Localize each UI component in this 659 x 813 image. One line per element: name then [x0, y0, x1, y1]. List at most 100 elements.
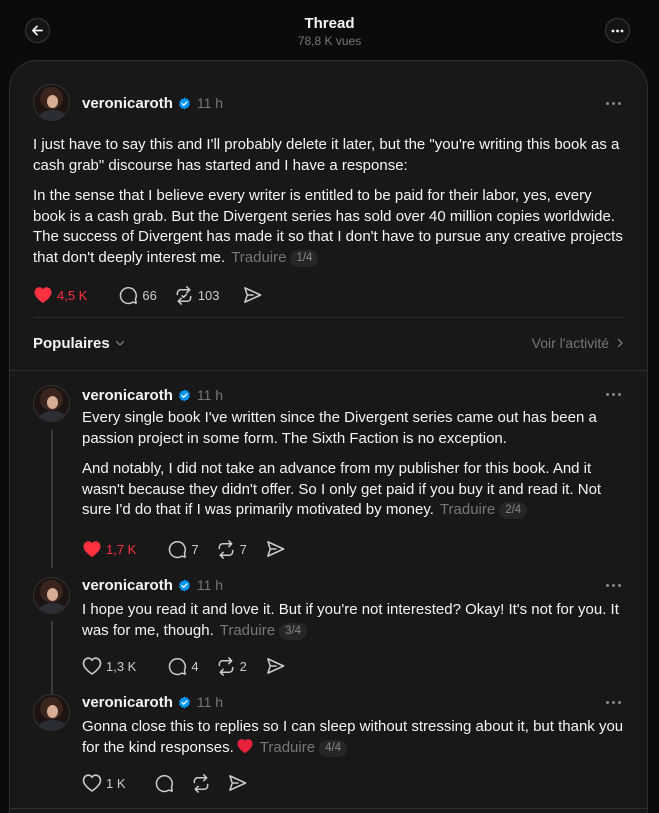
share-button[interactable]: [243, 286, 262, 304]
repost-icon: [193, 773, 208, 793]
translate-link[interactable]: Traduire: [220, 622, 275, 639]
post-text: I just have to say this and I'll probabl…: [33, 135, 628, 268]
translate-link[interactable]: Traduire: [231, 249, 286, 266]
like-button[interactable]: 1,7 K: [82, 540, 136, 558]
share-icon: [266, 658, 285, 674]
share-icon: [266, 541, 285, 557]
verified-icon: [178, 389, 190, 401]
header-more-button[interactable]: [605, 18, 630, 43]
comment-icon: [169, 540, 187, 558]
share-button[interactable]: [266, 540, 285, 558]
comment-button[interactable]: 66: [119, 286, 157, 305]
repost-button[interactable]: 7: [216, 539, 247, 559]
reply-actions: 1 K: [82, 772, 264, 794]
reply-paragraph: And notably, I did not take an advance f…: [82, 460, 602, 519]
reply-actions: 1,7 K 7 7: [82, 538, 302, 560]
avatar[interactable]: [33, 84, 70, 121]
translate-link[interactable]: Traduire: [440, 501, 495, 518]
reply-text: Gonna close this to replies so I can sle…: [82, 717, 628, 758]
avatar[interactable]: [33, 385, 70, 422]
heart-icon: [34, 287, 52, 303]
post-header: veronicaroth 11 h: [82, 93, 223, 113]
sort-dropdown[interactable]: Populaires: [33, 335, 126, 352]
post-more-button[interactable]: [606, 102, 621, 105]
sort-bar: Populaires Voir l'activité: [33, 332, 626, 354]
divider: [33, 317, 626, 318]
repost-icon: [218, 656, 234, 676]
reply-header: veronicaroth 11 h: [82, 575, 223, 595]
comment-button[interactable]: [155, 774, 174, 793]
like-button[interactable]: 1,3 K: [82, 657, 136, 675]
username[interactable]: veronicaroth: [82, 387, 173, 404]
avatar[interactable]: [33, 577, 70, 614]
share-icon: [228, 775, 246, 791]
reply-more-button[interactable]: [606, 584, 621, 587]
reply-text: Every single book I've written since the…: [82, 408, 628, 521]
share-button[interactable]: [228, 774, 247, 792]
like-count: 1,3 K: [106, 658, 137, 674]
heart-icon: [82, 774, 102, 792]
heart-icon: [82, 657, 102, 675]
chevron-right-icon: [617, 338, 623, 348]
comment-button[interactable]: 7: [168, 540, 199, 559]
reply-count: 66: [142, 287, 157, 303]
verified-icon: [178, 579, 190, 591]
post-paragraph: I just have to say this and I'll probabl…: [33, 136, 620, 174]
like-count: 1 K: [106, 775, 126, 791]
repost-button[interactable]: 103: [174, 285, 220, 305]
reply-more-button[interactable]: [606, 393, 621, 396]
timestamp: 11 h: [196, 387, 224, 403]
like-button[interactable]: 4,5 K: [33, 286, 87, 304]
activity-label: Voir l'activité: [531, 335, 609, 351]
thread-panel: veronicaroth 11 h I just have to say thi…: [9, 60, 648, 813]
username[interactable]: veronicaroth: [82, 694, 173, 711]
reply-paragraph: I hope you read it and love it. But if y…: [82, 601, 619, 640]
divider: [10, 808, 647, 809]
repost-button[interactable]: [191, 773, 211, 793]
thread-part-badge: 2/4: [499, 502, 528, 519]
repost-button[interactable]: 2: [216, 656, 247, 676]
timestamp: 11 h: [196, 694, 224, 710]
comment-button[interactable]: 4: [168, 657, 199, 676]
thread-part-badge: 4/4: [319, 739, 348, 757]
thread-line: [51, 430, 53, 568]
repost-count: 7: [239, 541, 247, 557]
reply-count: 4: [191, 658, 199, 674]
chevron-down-icon: [115, 340, 124, 346]
reply-text: I hope you read it and love it. But if y…: [82, 600, 628, 641]
username[interactable]: veronicaroth: [82, 95, 173, 112]
repost-count: 2: [239, 658, 247, 674]
reply-paragraph: Gonna close this to replies so I can sle…: [82, 718, 624, 757]
timestamp: 11 h: [196, 95, 224, 111]
timestamp: 11 h: [196, 577, 224, 593]
reply-header: veronicaroth 11 h: [82, 692, 223, 712]
share-icon: [243, 287, 261, 303]
reply-header: veronicaroth 11 h: [82, 385, 223, 405]
repost-count: 103: [197, 287, 220, 303]
translate-link[interactable]: Traduire: [260, 739, 315, 756]
post-actions: 4,5 K 66 103: [33, 284, 279, 306]
sort-label: Populaires: [33, 334, 110, 352]
page-title: Thread: [304, 15, 355, 32]
red-heart-emoji-icon: [237, 738, 253, 753]
like-count: 4,5 K: [57, 287, 88, 303]
share-button[interactable]: [266, 657, 285, 675]
repost-icon: [176, 285, 192, 305]
reply-actions: 1,3 K 4 2: [82, 655, 302, 677]
username[interactable]: veronicaroth: [82, 577, 173, 594]
view-activity-link[interactable]: Voir l'activité: [532, 335, 626, 351]
verified-icon: [178, 696, 190, 708]
view-count: 78,8 K vues: [297, 34, 362, 48]
verified-icon: [178, 97, 190, 109]
comment-icon: [120, 286, 138, 304]
reply-more-button[interactable]: [606, 701, 621, 704]
like-button[interactable]: 1 K: [82, 774, 126, 792]
comment-icon: [169, 657, 187, 675]
top-bar: Thread 78,8 K vues: [0, 0, 659, 60]
heart-icon: [83, 541, 101, 557]
like-count: 1,7 K: [106, 541, 137, 557]
avatar[interactable]: [33, 694, 70, 731]
thread-part-badge: 1/4: [290, 249, 319, 267]
divider: [10, 370, 647, 371]
repost-icon: [218, 539, 234, 559]
